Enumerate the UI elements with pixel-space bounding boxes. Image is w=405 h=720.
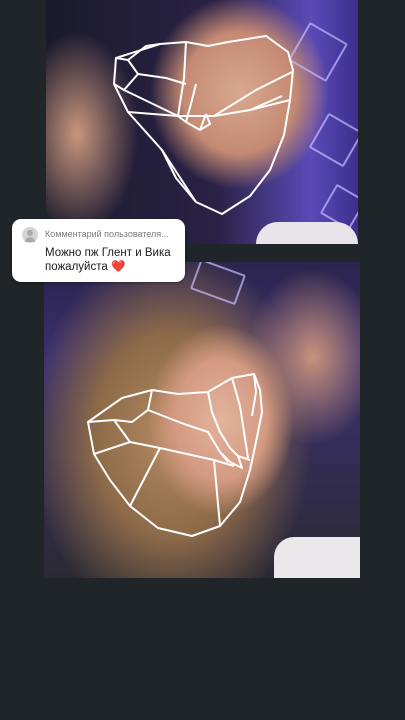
top-photo	[46, 0, 358, 244]
comment-header: Комментарий пользователя...	[45, 229, 169, 239]
bottom-photo	[44, 262, 360, 578]
face-mesh-overlay	[87, 373, 263, 537]
comment-message: Можно пж Глент и Вика пожалуйста	[45, 247, 171, 273]
comment-text: Можно пж Глент и Вика пожалуйста ❤️	[45, 246, 181, 274]
user-avatar-icon	[22, 227, 38, 243]
comment-bubble: Комментарий пользователя... Можно пж Гле…	[12, 219, 185, 282]
heart-emoji: ❤️	[110, 261, 126, 273]
face-mesh-overlay	[113, 35, 294, 215]
